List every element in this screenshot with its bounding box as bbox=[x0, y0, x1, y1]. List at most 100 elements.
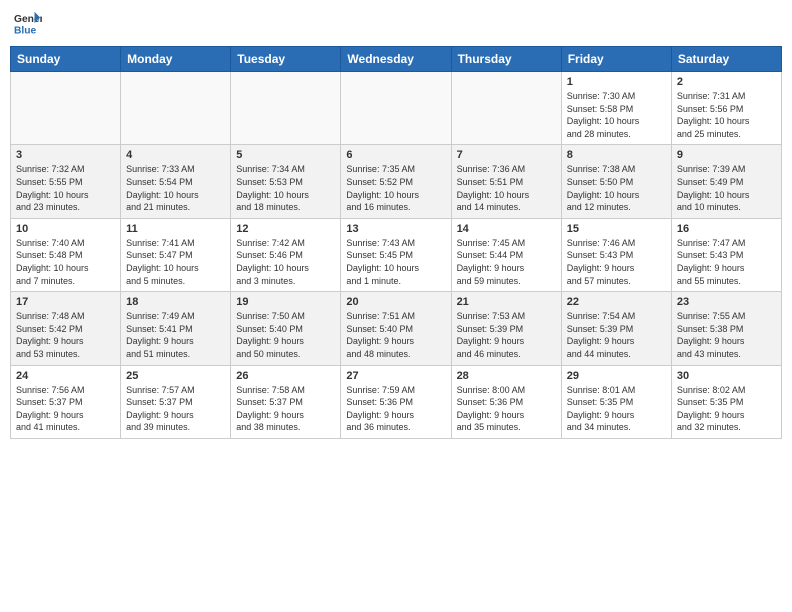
calendar-cell: 25 Sunrise: 7:57 AM Sunset: 5:37 PM Dayli… bbox=[121, 365, 231, 438]
day-info: Sunrise: 7:56 AM Sunset: 5:37 PM Dayligh… bbox=[16, 384, 115, 434]
day-info: Sunrise: 7:51 AM Sunset: 5:40 PM Dayligh… bbox=[346, 310, 445, 360]
calendar-cell: 10Sunrise: 7:40 AM Sunset: 5:48 PM Dayli… bbox=[11, 218, 121, 291]
day-info: Sunrise: 7:33 AM Sunset: 5:54 PM Dayligh… bbox=[126, 163, 225, 213]
day-number: 7 bbox=[457, 149, 556, 161]
day-info: Sunrise: 7:35 AM Sunset: 5:52 PM Dayligh… bbox=[346, 163, 445, 213]
day-number: 10 bbox=[16, 223, 115, 235]
day-number: 25 bbox=[126, 370, 225, 382]
day-info: Sunrise: 7:42 AM Sunset: 5:46 PM Dayligh… bbox=[236, 237, 335, 287]
day-info: Sunrise: 7:53 AM Sunset: 5:39 PM Dayligh… bbox=[457, 310, 556, 360]
calendar-cell: 2Sunrise: 7:31 AM Sunset: 5:56 PM Daylig… bbox=[671, 72, 781, 145]
day-number: 3 bbox=[16, 149, 115, 161]
weekday-label: Wednesday bbox=[341, 47, 451, 72]
calendar-cell: 6 Sunrise: 7:35 AM Sunset: 5:52 PM Daylig… bbox=[341, 145, 451, 218]
calendar-cell: 5 Sunrise: 7:34 AM Sunset: 5:53 PM Daylig… bbox=[231, 145, 341, 218]
day-number: 29 bbox=[567, 370, 666, 382]
day-info: Sunrise: 7:59 AM Sunset: 5:36 PM Dayligh… bbox=[346, 384, 445, 434]
weekday-label: Monday bbox=[121, 47, 231, 72]
day-number: 21 bbox=[457, 296, 556, 308]
day-number: 13 bbox=[346, 223, 445, 235]
day-info: Sunrise: 7:30 AM Sunset: 5:58 PM Dayligh… bbox=[567, 90, 666, 140]
day-number: 20 bbox=[346, 296, 445, 308]
day-info: Sunrise: 7:48 AM Sunset: 5:42 PM Dayligh… bbox=[16, 310, 115, 360]
day-number: 9 bbox=[677, 149, 776, 161]
day-info: Sunrise: 7:54 AM Sunset: 5:39 PM Dayligh… bbox=[567, 310, 666, 360]
day-number: 22 bbox=[567, 296, 666, 308]
day-number: 19 bbox=[236, 296, 335, 308]
day-info: Sunrise: 7:41 AM Sunset: 5:47 PM Dayligh… bbox=[126, 237, 225, 287]
day-info: Sunrise: 8:00 AM Sunset: 5:36 PM Dayligh… bbox=[457, 384, 556, 434]
day-info: Sunrise: 7:57 AM Sunset: 5:37 PM Dayligh… bbox=[126, 384, 225, 434]
day-number: 4 bbox=[126, 149, 225, 161]
calendar-week-row: 17 Sunrise: 7:48 AM Sunset: 5:42 PM Dayli… bbox=[11, 292, 782, 365]
day-number: 27 bbox=[346, 370, 445, 382]
calendar-cell: 14Sunrise: 7:45 AM Sunset: 5:44 PM Dayli… bbox=[451, 218, 561, 291]
calendar-cell: 16 Sunrise: 7:47 AM Sunset: 5:43 PM Dayli… bbox=[671, 218, 781, 291]
day-info: Sunrise: 8:01 AM Sunset: 5:35 PM Dayligh… bbox=[567, 384, 666, 434]
calendar-cell bbox=[121, 72, 231, 145]
day-info: Sunrise: 7:50 AM Sunset: 5:40 PM Dayligh… bbox=[236, 310, 335, 360]
day-info: Sunrise: 7:34 AM Sunset: 5:53 PM Dayligh… bbox=[236, 163, 335, 213]
page-header: General Blue bbox=[10, 10, 782, 38]
day-number: 30 bbox=[677, 370, 776, 382]
day-number: 28 bbox=[457, 370, 556, 382]
day-info: Sunrise: 7:43 AM Sunset: 5:45 PM Dayligh… bbox=[346, 237, 445, 287]
calendar-cell: 3 Sunrise: 7:32 AM Sunset: 5:55 PM Daylig… bbox=[11, 145, 121, 218]
day-info: Sunrise: 7:49 AM Sunset: 5:41 PM Dayligh… bbox=[126, 310, 225, 360]
calendar-cell: 7 Sunrise: 7:36 AM Sunset: 5:51 PM Daylig… bbox=[451, 145, 561, 218]
day-info: Sunrise: 7:46 AM Sunset: 5:43 PM Dayligh… bbox=[567, 237, 666, 287]
calendar-cell bbox=[341, 72, 451, 145]
calendar-cell: 20 Sunrise: 7:51 AM Sunset: 5:40 PM Dayli… bbox=[341, 292, 451, 365]
calendar-cell: 23 Sunrise: 7:55 AM Sunset: 5:38 PM Dayli… bbox=[671, 292, 781, 365]
calendar-cell: 21 Sunrise: 7:53 AM Sunset: 5:39 PM Dayli… bbox=[451, 292, 561, 365]
calendar-cell: 4 Sunrise: 7:33 AM Sunset: 5:54 PM Daylig… bbox=[121, 145, 231, 218]
day-number: 8 bbox=[567, 149, 666, 161]
calendar-cell: 13 Sunrise: 7:43 AM Sunset: 5:45 PM Dayli… bbox=[341, 218, 451, 291]
weekday-label: Tuesday bbox=[231, 47, 341, 72]
svg-text:Blue: Blue bbox=[14, 25, 37, 36]
day-info: Sunrise: 7:36 AM Sunset: 5:51 PM Dayligh… bbox=[457, 163, 556, 213]
day-number: 5 bbox=[236, 149, 335, 161]
weekday-label: Saturday bbox=[671, 47, 781, 72]
weekday-header-row: SundayMondayTuesdayWednesdayThursdayFrid… bbox=[11, 47, 782, 72]
calendar-cell: 30Sunrise: 8:02 AM Sunset: 5:35 PM Dayli… bbox=[671, 365, 781, 438]
calendar-cell: 8 Sunrise: 7:38 AM Sunset: 5:50 PM Daylig… bbox=[561, 145, 671, 218]
calendar-cell: 17 Sunrise: 7:48 AM Sunset: 5:42 PM Dayli… bbox=[11, 292, 121, 365]
calendar-table: SundayMondayTuesdayWednesdayThursdayFrid… bbox=[10, 46, 782, 439]
calendar-week-row: 1 Sunrise: 7:30 AM Sunset: 5:58 PM Daylig… bbox=[11, 72, 782, 145]
day-info: Sunrise: 7:47 AM Sunset: 5:43 PM Dayligh… bbox=[677, 237, 776, 287]
calendar-cell bbox=[231, 72, 341, 145]
day-info: Sunrise: 7:55 AM Sunset: 5:38 PM Dayligh… bbox=[677, 310, 776, 360]
day-number: 1 bbox=[567, 76, 666, 88]
calendar-cell: 26 Sunrise: 7:58 AM Sunset: 5:37 PM Dayli… bbox=[231, 365, 341, 438]
day-number: 17 bbox=[16, 296, 115, 308]
calendar-cell: 11Sunrise: 7:41 AM Sunset: 5:47 PM Dayli… bbox=[121, 218, 231, 291]
day-number: 14 bbox=[457, 223, 556, 235]
day-number: 26 bbox=[236, 370, 335, 382]
calendar-cell: 29 Sunrise: 8:01 AM Sunset: 5:35 PM Dayli… bbox=[561, 365, 671, 438]
calendar-cell: 19 Sunrise: 7:50 AM Sunset: 5:40 PM Dayli… bbox=[231, 292, 341, 365]
day-number: 6 bbox=[346, 149, 445, 161]
day-number: 23 bbox=[677, 296, 776, 308]
calendar-cell: 22 Sunrise: 7:54 AM Sunset: 5:39 PM Dayli… bbox=[561, 292, 671, 365]
calendar-cell: 18Sunrise: 7:49 AM Sunset: 5:41 PM Dayli… bbox=[121, 292, 231, 365]
day-info: Sunrise: 7:31 AM Sunset: 5:56 PM Dayligh… bbox=[677, 90, 776, 140]
day-info: Sunrise: 7:32 AM Sunset: 5:55 PM Dayligh… bbox=[16, 163, 115, 213]
calendar-cell: 24 Sunrise: 7:56 AM Sunset: 5:37 PM Dayli… bbox=[11, 365, 121, 438]
calendar-cell: 1 Sunrise: 7:30 AM Sunset: 5:58 PM Daylig… bbox=[561, 72, 671, 145]
logo-icon: General Blue bbox=[14, 10, 42, 38]
calendar-week-row: 24 Sunrise: 7:56 AM Sunset: 5:37 PM Dayli… bbox=[11, 365, 782, 438]
day-number: 24 bbox=[16, 370, 115, 382]
day-info: Sunrise: 7:39 AM Sunset: 5:49 PM Dayligh… bbox=[677, 163, 776, 213]
calendar-cell bbox=[451, 72, 561, 145]
calendar-cell: 15Sunrise: 7:46 AM Sunset: 5:43 PM Dayli… bbox=[561, 218, 671, 291]
calendar-cell: 28 Sunrise: 8:00 AM Sunset: 5:36 PM Dayli… bbox=[451, 365, 561, 438]
day-info: Sunrise: 7:38 AM Sunset: 5:50 PM Dayligh… bbox=[567, 163, 666, 213]
day-number: 12 bbox=[236, 223, 335, 235]
day-number: 16 bbox=[677, 223, 776, 235]
calendar-body: 1 Sunrise: 7:30 AM Sunset: 5:58 PM Daylig… bbox=[11, 72, 782, 439]
calendar-cell: 27 Sunrise: 7:59 AM Sunset: 5:36 PM Dayli… bbox=[341, 365, 451, 438]
calendar-week-row: 3 Sunrise: 7:32 AM Sunset: 5:55 PM Daylig… bbox=[11, 145, 782, 218]
calendar-cell: 9 Sunrise: 7:39 AM Sunset: 5:49 PM Daylig… bbox=[671, 145, 781, 218]
day-info: Sunrise: 7:58 AM Sunset: 5:37 PM Dayligh… bbox=[236, 384, 335, 434]
